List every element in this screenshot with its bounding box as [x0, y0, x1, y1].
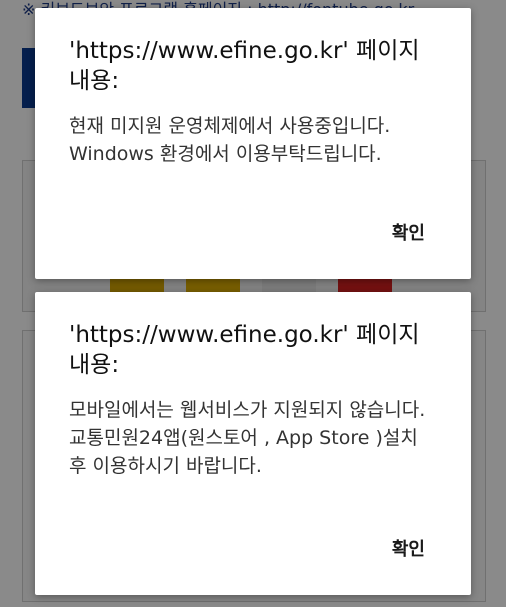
dialog-message: 현재 미지원 운영체제에서 사용중입니다. Windows 환경에서 이용부탁드… [69, 115, 391, 165]
ok-button[interactable]: 확인 [390, 531, 427, 565]
alert-dialog: 'https://www.efine.go.kr' 페이지 내용: 모바일에서는… [35, 292, 471, 595]
dialog-message: 모바일에서는 웹서비스가 지원되지 않습니다. 교통민원24앱(원스토어 , A… [69, 399, 426, 477]
dialog-title: 'https://www.efine.go.kr' 페이지 내용: [69, 38, 420, 94]
dialog-title: 'https://www.efine.go.kr' 페이지 내용: [69, 322, 420, 378]
ok-button[interactable]: 확인 [390, 215, 427, 249]
alert-dialog: 'https://www.efine.go.kr' 페이지 내용: 현재 미지원… [35, 8, 471, 279]
screen: ※ 키보드보안 프로그램 홈페이지 : http://fontube.go.kr… [0, 0, 506, 607]
